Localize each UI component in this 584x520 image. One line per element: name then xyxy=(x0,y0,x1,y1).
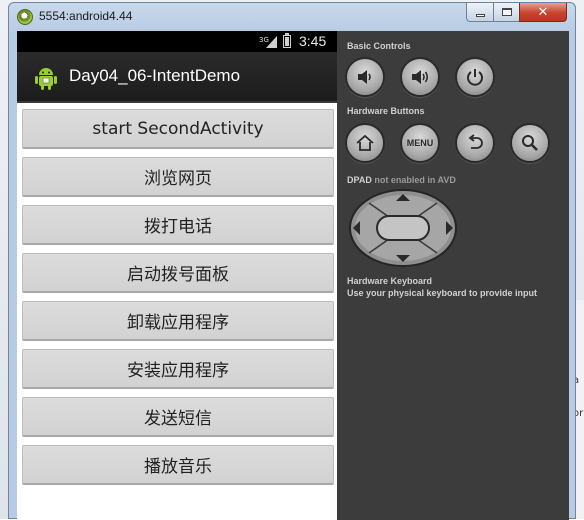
browse-web-button[interactable]: 浏览网页 xyxy=(22,157,334,197)
minimize-button[interactable] xyxy=(466,3,494,22)
emulator-window: 5554:android4.44 ✕ 3G 3:45 Day04_06-Inte… xyxy=(8,2,576,520)
button-list: start SecondActivity 浏览网页 拨打电话 启动拨号面板 卸载… xyxy=(22,109,334,493)
dpad-center-button[interactable] xyxy=(376,215,430,241)
basic-controls-title: Basic Controls xyxy=(347,41,411,51)
volume-down-icon xyxy=(358,70,371,84)
start-second-activity-button[interactable]: start SecondActivity xyxy=(22,109,334,149)
open-dialer-button[interactable]: 启动拨号面板 xyxy=(22,253,334,293)
back-button[interactable] xyxy=(455,123,495,163)
window-title: 5554:android4.44 xyxy=(39,9,133,23)
dpad-title: DPAD not enabled in AVD xyxy=(347,175,456,185)
volume-down-button[interactable] xyxy=(345,57,385,97)
close-button[interactable]: ✕ xyxy=(519,3,567,22)
volume-up-icon xyxy=(412,70,429,84)
status-bar: 3G 3:45 xyxy=(17,31,337,52)
android-icon xyxy=(35,68,57,90)
search-icon xyxy=(522,135,538,151)
home-button[interactable] xyxy=(345,123,385,163)
phone-screen: 3G 3:45 Day04_06-IntentDemo start Second… xyxy=(17,31,337,520)
hardware-keyboard-section: Hardware Keyboard Use your physical keyb… xyxy=(347,275,537,299)
home-icon xyxy=(356,134,374,151)
call-phone-button[interactable]: 拨打电话 xyxy=(22,205,334,245)
maximize-button[interactable] xyxy=(493,3,520,22)
emulator-app-icon xyxy=(17,9,33,25)
menu-button-label: MENU xyxy=(406,138,434,148)
install-app-button[interactable]: 安装应用程序 xyxy=(22,349,334,389)
action-bar: Day04_06-IntentDemo xyxy=(17,52,337,103)
hardware-buttons-title: Hardware Buttons xyxy=(347,106,425,116)
power-button[interactable] xyxy=(455,57,495,97)
uninstall-app-button[interactable]: 卸载应用程序 xyxy=(22,301,334,341)
app-title: Day04_06-IntentDemo xyxy=(69,66,241,85)
window-titlebar[interactable]: 5554:android4.44 ✕ xyxy=(9,3,575,31)
minimize-icon xyxy=(475,13,485,17)
back-icon xyxy=(468,134,483,149)
power-icon xyxy=(467,69,483,86)
emulator-control-panel: Basic Controls Hardware Buttons MENU DPA… xyxy=(337,31,569,520)
dpad[interactable] xyxy=(349,189,457,267)
emulator-client-area: 3G 3:45 Day04_06-IntentDemo start Second… xyxy=(17,31,569,520)
search-button[interactable] xyxy=(510,123,550,163)
menu-button[interactable]: MENU xyxy=(400,123,440,163)
dpad-title-main: DPAD xyxy=(347,175,372,185)
hardware-keyboard-title: Hardware Keyboard xyxy=(347,276,433,286)
battery-icon xyxy=(283,33,291,48)
dpad-title-note: not enabled in AVD xyxy=(374,175,456,185)
send-sms-button[interactable]: 发送短信 xyxy=(22,397,334,437)
play-music-button[interactable]: 播放音乐 xyxy=(22,445,334,485)
signal-icon xyxy=(266,36,277,48)
close-icon: ✕ xyxy=(537,4,549,20)
hardware-keyboard-subtitle: Use your physical keyboard to provide in… xyxy=(347,288,538,298)
maximize-icon xyxy=(501,8,512,16)
status-clock: 3:45 xyxy=(299,33,327,49)
volume-up-button[interactable] xyxy=(400,57,440,97)
